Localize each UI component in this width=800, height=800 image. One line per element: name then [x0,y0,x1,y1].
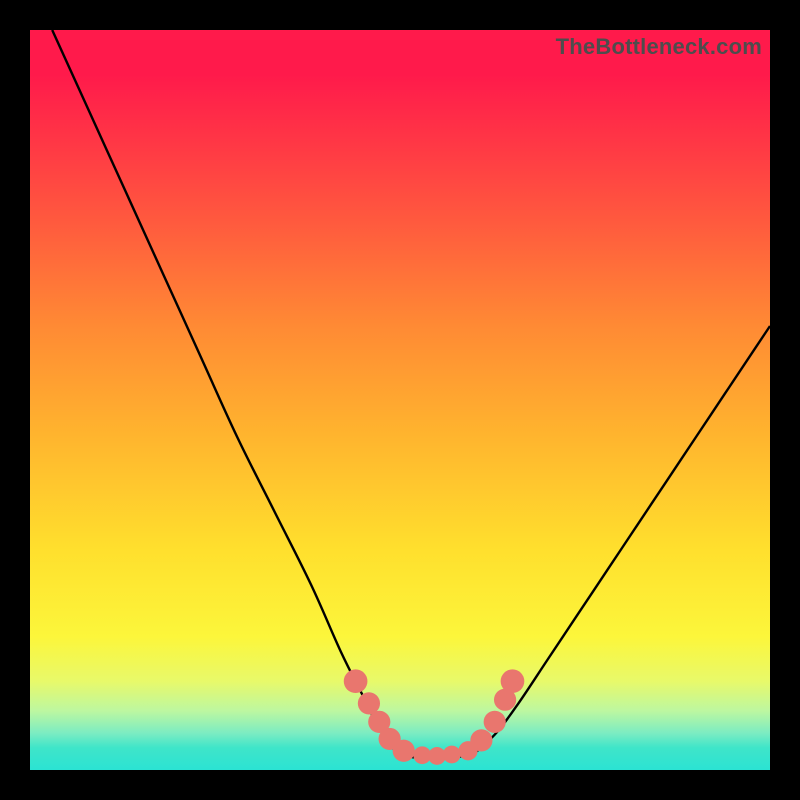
chart-frame: TheBottleneck.com [0,0,800,800]
chart-plot-area: TheBottleneck.com [30,30,770,770]
watermark-text: TheBottleneck.com [556,34,762,60]
chart-marker [393,740,415,762]
chart-marker [458,741,477,760]
chart-marker [443,746,461,764]
curve-right-path [474,326,770,754]
chart-marker [379,728,401,750]
chart-marker [358,692,380,714]
chart-marker [484,711,506,733]
chart-marker [470,729,492,751]
chart-marker [368,711,390,733]
chart-marker [344,669,368,693]
valley-floor-path [400,754,474,758]
chart-marker [494,689,516,711]
chart-line-group [52,30,770,758]
chart-marker [501,669,525,693]
curve-left-path [52,30,400,755]
chart-marker [413,746,431,764]
chart-svg [30,30,770,770]
chart-markers-group [344,669,525,764]
chart-marker [428,747,446,765]
